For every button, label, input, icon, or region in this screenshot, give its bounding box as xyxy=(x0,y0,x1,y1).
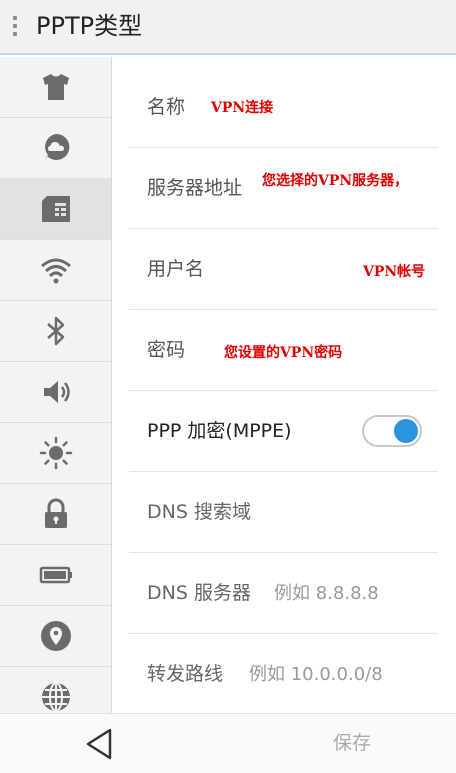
lock-icon xyxy=(44,498,67,528)
encryption-toggle[interactable] xyxy=(362,415,422,447)
sidebar-item-wifi[interactable] xyxy=(0,240,111,301)
sim-card-icon xyxy=(41,196,70,222)
menu-icon[interactable] xyxy=(13,16,19,38)
vpn-form: 名称 服务器地址 用户名 密码 PPP 加密(MPPE) DNS 搜索域 DNS… xyxy=(113,57,456,713)
title-bar: PPTP类型 xyxy=(0,0,456,55)
location-icon xyxy=(40,621,71,651)
sidebar-item-battery[interactable] xyxy=(0,545,111,606)
sidebar-item-sim[interactable] xyxy=(0,179,111,240)
sidebar xyxy=(0,57,112,713)
dns-server-label: DNS 服务器 xyxy=(147,582,251,604)
cloud-bubble-icon xyxy=(43,133,69,162)
username-annotation: VPN帐号 xyxy=(363,264,426,280)
sidebar-item-cloud[interactable] xyxy=(0,118,111,179)
name-label: 名称 xyxy=(147,96,186,118)
sidebar-item-display[interactable] xyxy=(0,423,111,484)
routes-placeholder: 例如 10.0.0.0/8 xyxy=(249,664,383,685)
globe-icon xyxy=(41,682,70,712)
sidebar-item-security[interactable] xyxy=(0,484,111,545)
username-label: 用户名 xyxy=(147,258,205,280)
dns-server-placeholder: 例如 8.8.8.8 xyxy=(274,583,379,604)
toggle-knob xyxy=(394,419,418,443)
encryption-label: PPP 加密(MPPE) xyxy=(147,420,292,442)
brightness-icon xyxy=(39,436,72,470)
dns-search-field[interactable]: DNS 搜索域 xyxy=(129,472,438,553)
bluetooth-icon xyxy=(46,316,64,346)
server-annotation: 您选择的VPN服务器， xyxy=(262,173,409,189)
server-address-label: 服务器地址 xyxy=(147,177,243,199)
encryption-row: PPP 加密(MPPE) xyxy=(129,391,438,472)
sidebar-item-theme[interactable] xyxy=(0,57,111,118)
routes-field[interactable]: 转发路线 例如 10.0.0.0/8 xyxy=(129,634,438,713)
wifi-icon xyxy=(40,258,71,284)
password-annotation: 您设置的VPN密码 xyxy=(224,345,343,361)
dns-server-field[interactable]: DNS 服务器 例如 8.8.8.8 xyxy=(129,553,438,634)
name-field[interactable]: 名称 xyxy=(129,67,438,148)
page-title: PPTP类型 xyxy=(36,12,143,40)
sidebar-item-bluetooth[interactable] xyxy=(0,301,111,362)
bottom-bar: 保存 xyxy=(0,713,456,773)
routes-label: 转发路线 xyxy=(147,663,224,685)
sidebar-item-language[interactable] xyxy=(0,667,111,713)
shirt-icon xyxy=(42,74,69,100)
password-label: 密码 xyxy=(147,339,186,361)
sidebar-item-location[interactable] xyxy=(0,606,111,667)
dns-search-label: DNS 搜索域 xyxy=(147,501,251,523)
back-icon[interactable] xyxy=(82,726,116,762)
sidebar-item-sound[interactable] xyxy=(0,362,111,423)
battery-icon xyxy=(39,566,72,584)
volume-icon xyxy=(43,381,70,403)
name-annotation: VPN连接 xyxy=(211,100,274,116)
save-button[interactable]: 保存 xyxy=(333,729,371,757)
